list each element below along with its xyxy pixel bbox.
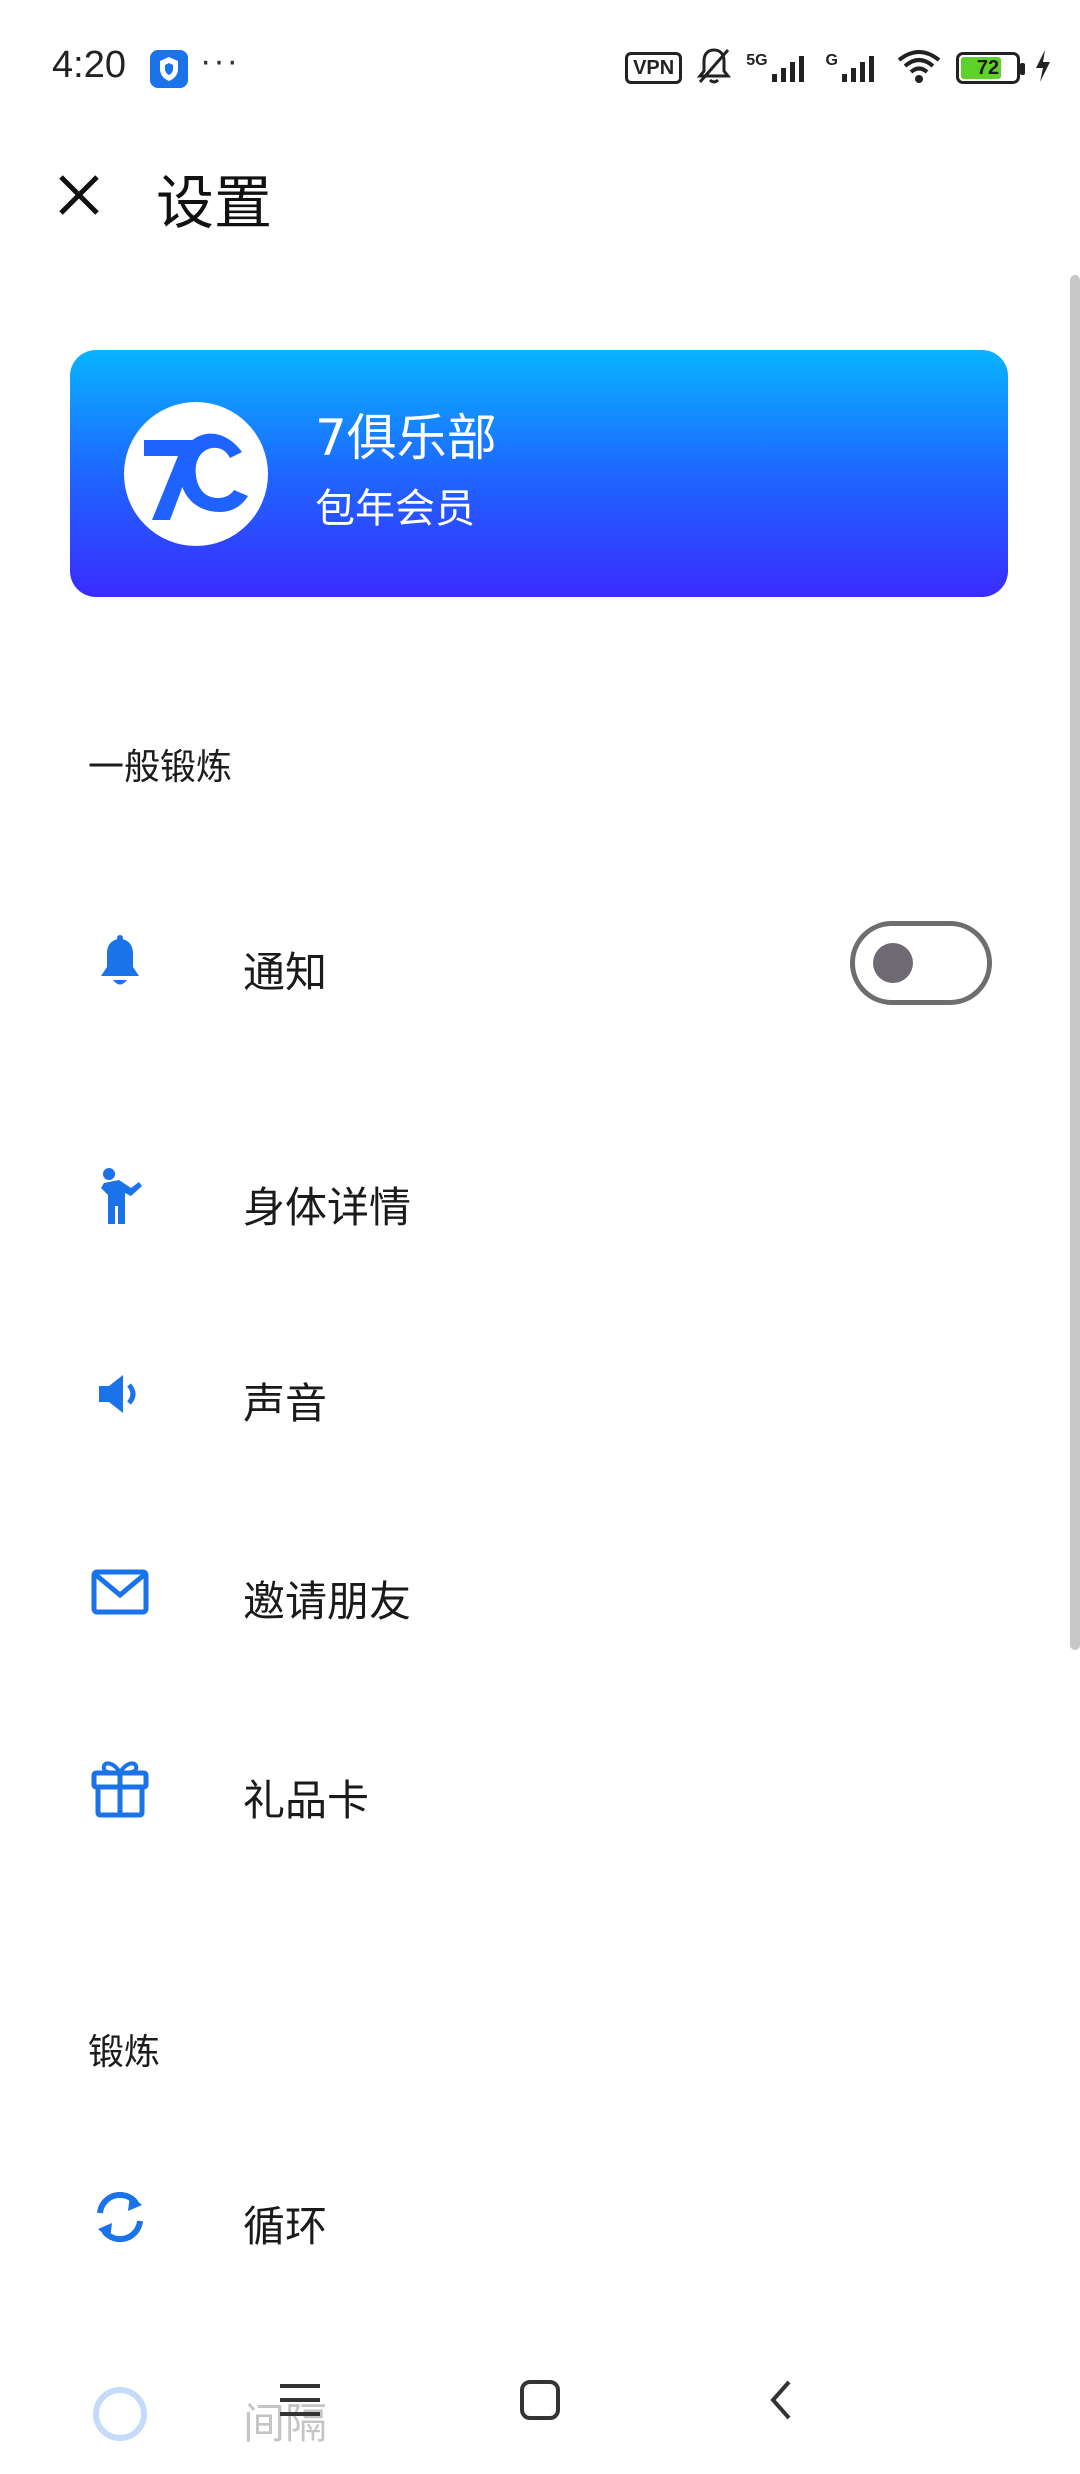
vpn-icon: VPN bbox=[625, 52, 683, 84]
wifi-icon bbox=[896, 48, 942, 88]
status-time: 4:20 bbox=[52, 44, 126, 86]
charging-icon bbox=[1034, 49, 1052, 87]
club-membership-card[interactable]: 7俱乐部 包年会员 bbox=[70, 350, 1008, 597]
battery-icon: 72 bbox=[956, 52, 1025, 84]
bell-icon bbox=[88, 931, 152, 995]
speaker-icon bbox=[88, 1362, 152, 1426]
section-title-general: 一般锻炼 bbox=[88, 747, 233, 788]
toggle-knob bbox=[873, 943, 913, 983]
loop-label: 循环 bbox=[243, 2202, 328, 2251]
status-bar: 4:20 ··· VPN 5G G 72 bbox=[0, 0, 1080, 140]
notification-toggle[interactable] bbox=[850, 921, 992, 1005]
close-icon bbox=[59, 175, 99, 215]
signal-5g-icon: 5G bbox=[746, 52, 811, 84]
notification-label: 通知 bbox=[243, 948, 328, 997]
settings-item-gift-card[interactable]: 礼品卡 bbox=[0, 1731, 1080, 1851]
section-title-workout: 锻炼 bbox=[88, 2032, 161, 2073]
settings-item-sound[interactable]: 声音 bbox=[0, 1334, 1080, 1454]
club-name: 7俱乐部 bbox=[315, 409, 497, 467]
gift-icon bbox=[88, 1755, 152, 1819]
back-icon bbox=[770, 2380, 791, 2420]
status-icons: VPN 5G G 72 bbox=[625, 46, 1052, 90]
shield-app-icon bbox=[150, 50, 188, 88]
gift-card-label: 礼品卡 bbox=[243, 1776, 370, 1825]
close-button[interactable] bbox=[44, 160, 114, 230]
mail-icon bbox=[88, 1560, 152, 1624]
membership-type: 包年会员 bbox=[315, 486, 475, 532]
more-notifications-icon: ··· bbox=[200, 42, 240, 80]
signal-g-icon: G bbox=[826, 52, 882, 84]
top-app-bar: 设置 bbox=[0, 140, 1080, 260]
menu-nav-button[interactable] bbox=[260, 2370, 340, 2430]
settings-item-loop[interactable]: 循环 bbox=[0, 2157, 1080, 2277]
home-nav-button[interactable] bbox=[500, 2370, 580, 2430]
sound-label: 声音 bbox=[243, 1379, 328, 1428]
menu-icon bbox=[280, 2384, 320, 2416]
settings-item-invite[interactable]: 邀请朋友 bbox=[0, 1532, 1080, 1652]
mute-bell-icon bbox=[696, 46, 732, 90]
page-title: 设置 bbox=[156, 169, 273, 237]
settings-item-notification[interactable]: 通知 bbox=[0, 903, 1080, 1023]
club-logo bbox=[122, 400, 270, 548]
loop-icon bbox=[88, 2185, 152, 2249]
home-icon bbox=[520, 2380, 560, 2420]
invite-label: 邀请朋友 bbox=[243, 1577, 412, 1626]
back-nav-button[interactable] bbox=[740, 2370, 820, 2430]
settings-item-body-details[interactable]: 身体详情 bbox=[0, 1138, 1080, 1258]
system-navigation-bar bbox=[0, 2340, 1080, 2460]
body-details-label: 身体详情 bbox=[243, 1183, 412, 1232]
person-icon bbox=[88, 1164, 152, 1228]
